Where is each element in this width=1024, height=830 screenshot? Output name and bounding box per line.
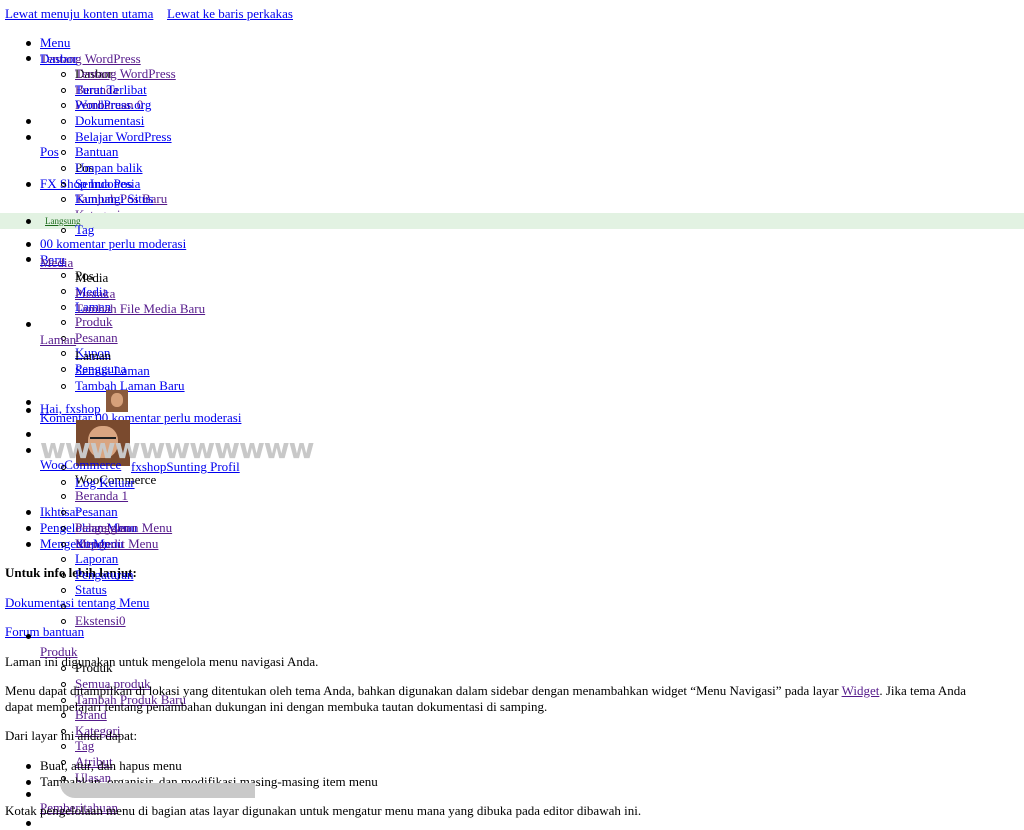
list-bullet	[26, 542, 31, 547]
new-order-link[interactable]: Pesanan	[75, 330, 118, 345]
help-paragraph-4: Kotak pengelolaan menu di bagian atas la…	[5, 803, 642, 818]
list-bullet	[61, 166, 66, 171]
list-bullet	[61, 182, 66, 187]
list-bullet	[26, 792, 31, 797]
list-bullet	[26, 764, 31, 769]
list-bullet	[61, 289, 66, 294]
wordpress-org-link[interactable]: WordPress.org	[75, 97, 151, 112]
list-bullet	[26, 242, 31, 247]
woo-reports-link[interactable]: Laporan	[75, 551, 118, 566]
list-bullet	[26, 56, 31, 61]
help-tab-overview[interactable]: Ikhtisar	[40, 504, 80, 519]
list-bullet	[26, 432, 31, 437]
avatar-face	[111, 393, 123, 407]
list-bullet	[26, 408, 31, 413]
media-sub-label: Media	[75, 270, 109, 285]
feedback-link[interactable]: Umpan balik	[75, 160, 143, 175]
list-bullet	[61, 320, 66, 325]
list-bullet	[61, 666, 66, 671]
list-bullet	[61, 88, 66, 93]
list-bullet	[61, 604, 66, 609]
list-bullet	[26, 119, 31, 124]
list-bullet	[61, 542, 66, 547]
list-bullet	[61, 197, 66, 202]
list-bullet	[26, 634, 31, 639]
learn-wordpress-link[interactable]: Belajar WordPress	[75, 129, 172, 144]
get-involved-link[interactable]: Turut Terlibat	[75, 82, 147, 97]
support-forum-link[interactable]: Forum bantuan	[5, 624, 84, 639]
woo-home-link[interactable]: Beranda 1	[75, 488, 128, 503]
menu-toggle-link[interactable]: Menu	[40, 35, 70, 50]
list-bullet	[61, 351, 66, 356]
all-posts-link[interactable]: Semua Pos	[75, 176, 132, 191]
support-link[interactable]: Bantuan	[75, 144, 118, 159]
list-bullet	[61, 510, 66, 515]
list-bullet	[61, 480, 66, 485]
all-pages-link[interactable]: Semua Laman	[75, 363, 150, 378]
editing-menu-tab[interactable]: Mengedit Menu	[75, 536, 158, 551]
skip-to-content-link[interactable]: Lewat menuju konten utama	[5, 6, 153, 21]
list-bullet	[61, 384, 66, 389]
list-bullet	[26, 182, 31, 187]
admin-menu-comments[interactable]: Komentar 00 komentar perlu moderasi	[40, 410, 241, 425]
managing-menu-tab[interactable]: Pengelolaan Menu	[75, 520, 172, 535]
list-bullet	[61, 135, 66, 140]
comments-moderation-link[interactable]: 00 komentar perlu moderasi	[40, 236, 186, 251]
list-bullet	[61, 573, 66, 578]
wp-about-link[interactable]: Tentang WordPress	[75, 66, 176, 81]
list-bullet	[26, 400, 31, 405]
list-bullet	[26, 41, 31, 46]
list-bullet	[26, 257, 31, 262]
help-paragraph-3: Dari layar ini anda dapat:	[5, 728, 138, 743]
admin-menu-media[interactable]: Media	[40, 255, 73, 270]
list-bullet	[26, 526, 31, 531]
product-tag-link[interactable]: Tag	[75, 738, 94, 753]
admin-menu-laman[interactable]: Laman	[40, 332, 76, 347]
widgets-link[interactable]: Widget	[842, 683, 880, 698]
list-bullet	[61, 713, 66, 718]
list-bullet	[26, 780, 31, 785]
woo-orders-link[interactable]: Pesanan	[75, 504, 118, 519]
list-bullet	[26, 448, 31, 453]
help-p2-after: . Jika tema Anda	[879, 683, 966, 698]
new-product-link[interactable]: Produk	[75, 314, 113, 329]
visit-site-link[interactable]: Kunjungi Situs	[75, 191, 153, 206]
list-bullet	[26, 510, 31, 515]
list-bullet	[61, 367, 66, 372]
dashboard-link-overlap[interactable]: Dasbor	[40, 51, 78, 66]
list-bullet	[61, 744, 66, 749]
list-bullet	[61, 273, 66, 278]
menu-docs-link[interactable]: Dokumentasi tentang Menu	[5, 595, 149, 610]
list-bullet	[61, 557, 66, 562]
language-bar	[0, 213, 1024, 229]
list-bullet	[61, 72, 66, 77]
skip-to-toolbar-link[interactable]: Lewat ke baris perkakas	[167, 6, 293, 21]
help-paragraph-1: Laman ini digunakan untuk mengelola menu…	[5, 654, 319, 669]
list-bullet	[61, 494, 66, 499]
list-bullet	[26, 219, 31, 224]
list-bullet	[61, 465, 66, 470]
avatar-small	[106, 390, 128, 412]
list-bullet	[61, 150, 66, 155]
list-bullet	[26, 135, 31, 140]
list-bullet	[26, 322, 31, 327]
list-bullet	[61, 305, 66, 310]
brand-link[interactable]: Brand	[75, 707, 107, 722]
list-bullet	[61, 588, 66, 593]
decorative-shape	[60, 783, 255, 798]
woo-settings-link[interactable]: Pengaturan	[75, 567, 133, 582]
list-bullet	[61, 526, 66, 531]
list-bullet	[61, 228, 66, 233]
admin-menu-woocommerce[interactable]: WooCommerce	[40, 457, 121, 472]
list-bullet	[26, 821, 31, 826]
list-bullet	[61, 119, 66, 124]
produk-sub-label: Produk	[75, 660, 113, 675]
add-page-link[interactable]: Tambah Laman Baru	[75, 378, 185, 393]
documentation-link[interactable]: Dokumentasi	[75, 113, 144, 128]
admin-menu-pos[interactable]: Pos	[40, 144, 59, 159]
list-bullet	[61, 103, 66, 108]
tag-link[interactable]: Tag	[75, 222, 94, 237]
